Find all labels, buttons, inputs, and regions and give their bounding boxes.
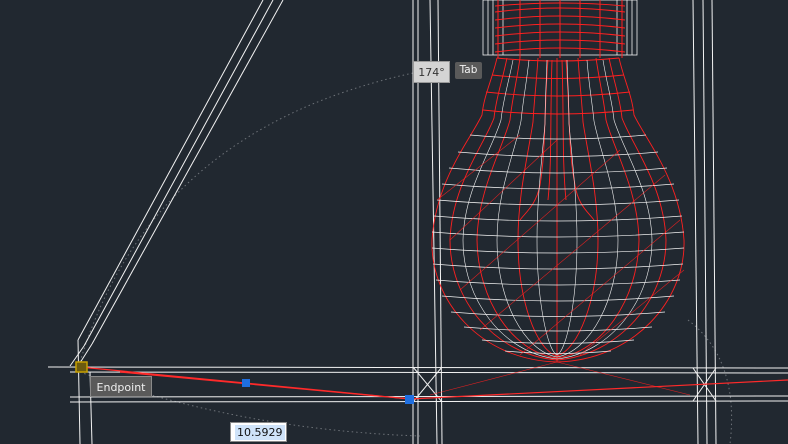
angle-tooltip: 174° (413, 61, 450, 83)
grip-square-icon[interactable] (242, 379, 250, 387)
distance-input-value[interactable]: 10.5929 (235, 425, 285, 440)
distance-input[interactable]: 10.5929 (230, 422, 287, 442)
tracking-arcs (79, 72, 733, 444)
drawing-viewport[interactable]: 174° Tab Endpoint 10.5929 (0, 0, 788, 444)
bulb-triangulation (429, 134, 691, 396)
endpoint-snap-marker-icon (75, 361, 88, 373)
grip-square-icon[interactable] (405, 395, 414, 404)
object-snap-tooltip: Endpoint (90, 376, 152, 397)
tab-key-hint: Tab (455, 62, 482, 79)
bulb-screw-threads (494, 0, 626, 58)
light-bulb-model (429, 0, 691, 396)
